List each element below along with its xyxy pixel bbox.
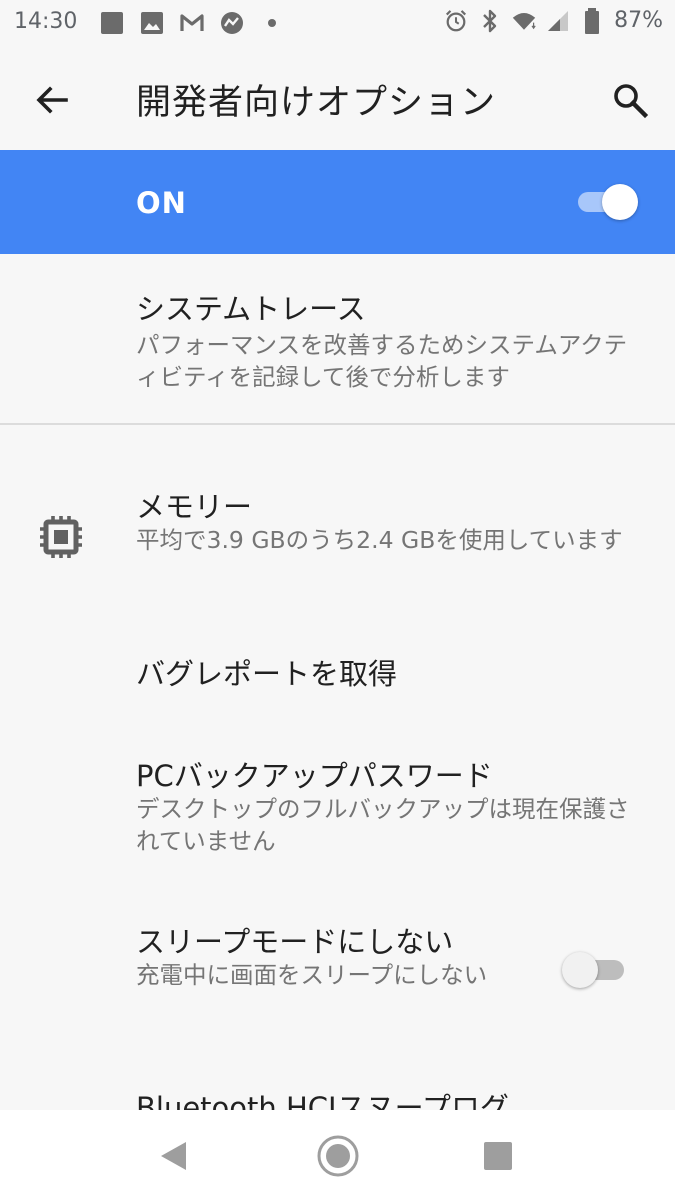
setting-pc-backup-password[interactable]: PCバックアップパスワード デスクトップのフルバックアップは現在保護されていませ… xyxy=(0,723,675,893)
arrow-back-icon xyxy=(36,86,68,114)
setting-title: システムトレース xyxy=(136,292,366,326)
back-button[interactable] xyxy=(28,76,76,124)
gmail-icon xyxy=(180,11,204,35)
battery-percent: 87% xyxy=(614,8,663,33)
setting-title: PCバックアップパスワード xyxy=(136,759,493,793)
image-icon xyxy=(140,11,164,35)
nav-recents-icon[interactable] xyxy=(483,1141,513,1171)
bluetooth-icon xyxy=(478,9,502,33)
navigation-bar xyxy=(0,1110,675,1200)
system-status-icons: 87% xyxy=(444,7,663,34)
master-switch-bar[interactable]: ON xyxy=(0,150,675,254)
setting-summary: デスクトップのフルバックアップは現在保護されていません xyxy=(136,795,630,855)
page-title: 開発者向けオプション xyxy=(136,83,497,123)
nav-back-icon[interactable] xyxy=(158,1140,190,1172)
master-toggle-switch[interactable] xyxy=(576,182,640,222)
stay-awake-toggle-switch[interactable] xyxy=(562,950,628,990)
setting-title: スリープモードにしない xyxy=(136,925,454,959)
battery-icon xyxy=(580,7,604,34)
setting-bug-report[interactable]: バグレポートを取得 xyxy=(0,625,675,723)
search-button[interactable] xyxy=(606,76,654,124)
memory-chip-icon xyxy=(40,516,82,558)
setting-bluetooth-hci-snoop-log[interactable]: Bluetooth HCIスヌープログ xyxy=(0,1063,675,1110)
setting-summary: パフォーマンスを改善するためシステムアクティビティを記録して後で分析します xyxy=(136,331,628,391)
wifi-icon xyxy=(512,9,536,33)
alarm-icon xyxy=(444,9,468,33)
setting-system-trace[interactable]: システムトレース パフォーマンスを改善するためシステムアクティビティを記録して後… xyxy=(0,254,675,422)
toggle-thumb xyxy=(602,184,638,220)
status-bar: 14:30 87% xyxy=(0,0,675,48)
search-icon xyxy=(614,84,649,119)
signal-icon xyxy=(546,9,570,33)
dot-icon xyxy=(260,11,284,35)
setting-summary: 充電中に画面をスリープにしない xyxy=(136,961,488,989)
toggle-thumb xyxy=(562,952,598,988)
developer-options-screen: 14:30 87% 開発者向けオプション ON システムトレース パフォーマンス… xyxy=(0,0,675,1200)
nav-home-icon[interactable] xyxy=(316,1134,360,1178)
status-time: 14:30 xyxy=(14,9,78,34)
setting-memory[interactable]: メモリー 平均で3.9 GBのうち2.4 GBを使用しています xyxy=(0,425,675,625)
setting-title: Bluetooth HCIスヌープログ xyxy=(136,1091,509,1110)
notification-icons xyxy=(100,11,284,35)
app-bar: 開発者向けオプション xyxy=(0,48,675,150)
square-notification-icon xyxy=(100,11,124,35)
chart-app-icon xyxy=(220,11,244,35)
setting-title: メモリー xyxy=(136,490,253,524)
setting-title: バグレポートを取得 xyxy=(136,657,398,691)
master-switch-label: ON xyxy=(136,186,187,220)
setting-summary: 平均で3.9 GBのうち2.4 GBを使用しています xyxy=(136,526,623,554)
